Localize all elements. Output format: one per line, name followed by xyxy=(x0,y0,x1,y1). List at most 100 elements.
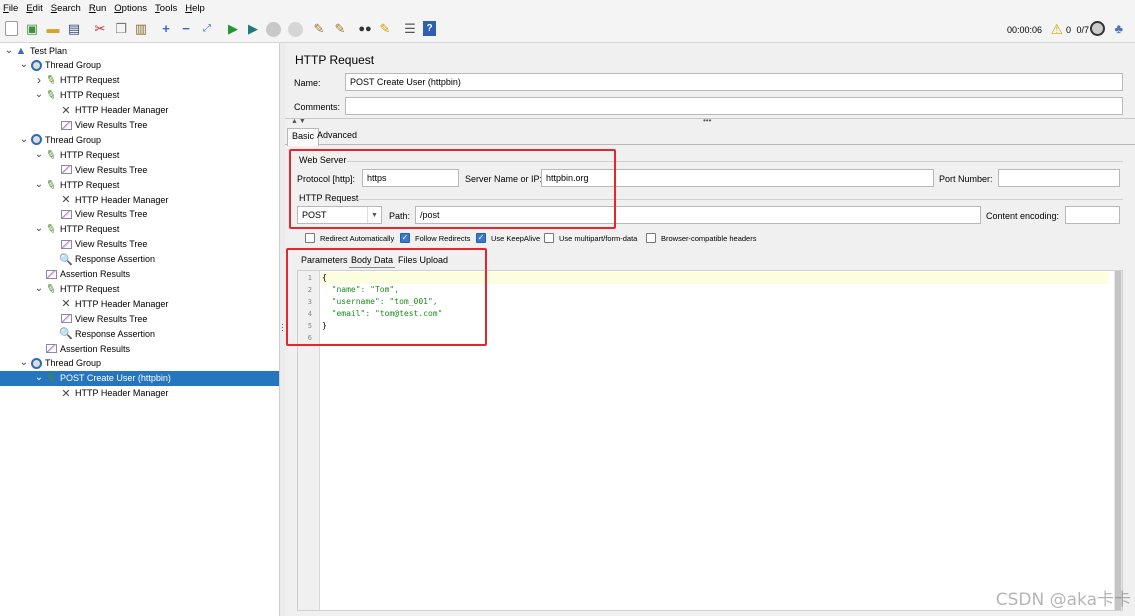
collapse-icon[interactable]: − xyxy=(178,21,194,37)
clear-all-icon[interactable]: ✎ xyxy=(332,21,348,37)
tree-node[interactable]: View Results Tree xyxy=(0,162,279,177)
search-icon[interactable]: ●● xyxy=(357,21,373,37)
content-encoding-field[interactable] xyxy=(1065,206,1120,224)
chevron-down-icon[interactable]: ⌄ xyxy=(4,45,14,55)
open-icon[interactable]: ▬ xyxy=(45,21,61,37)
option-multipart[interactable]: Use multipart/form-data xyxy=(544,232,637,244)
chevron-down-icon[interactable]: ⌄ xyxy=(34,373,44,383)
tree-node[interactable]: ✕ HTTP Header Manager xyxy=(0,296,279,311)
checkbox-browser-compatible[interactable] xyxy=(646,233,656,243)
tab-parameters[interactable]: Parameters xyxy=(301,255,348,265)
save-icon[interactable]: ▤ xyxy=(66,21,82,37)
menu-search[interactable]: Search xyxy=(51,3,81,14)
editor-scrollbar[interactable] xyxy=(1114,271,1122,610)
tree-node[interactable]: ⌄ ✎ HTTP Request xyxy=(0,221,279,238)
chevron-down-icon[interactable]: ⌄ xyxy=(19,358,29,368)
cut-icon[interactable]: ✂ xyxy=(92,21,108,37)
chevron-down-icon[interactable]: ⌄ xyxy=(19,134,29,144)
tree-node[interactable]: ✕ HTTP Header Manager xyxy=(0,192,279,207)
tab-files-upload[interactable]: Files Upload xyxy=(398,255,448,265)
copy-icon[interactable]: ❐ xyxy=(113,21,129,37)
server-name-field[interactable]: httpbin.org xyxy=(541,169,934,187)
tree-node[interactable]: ⌄ ✎ HTTP Request xyxy=(0,280,279,298)
menu-run[interactable]: Run xyxy=(89,3,106,14)
name-field[interactable]: POST Create User (httpbin) xyxy=(345,73,1123,91)
collapse-arrows-icon[interactable]: ▲▼ xyxy=(291,118,307,125)
tree-node[interactable]: ⌄ ✎ HTTP Request xyxy=(0,146,279,163)
comments-field[interactable] xyxy=(345,97,1123,115)
menu-options[interactable]: Options xyxy=(114,3,147,14)
chevron-down-icon[interactable]: ⌄ xyxy=(34,179,44,189)
new-icon[interactable] xyxy=(5,21,18,36)
server-name-label: Server Name or IP: xyxy=(465,174,543,184)
tree-node[interactable]: ⌄ ✎ POST Create User (httpbin) xyxy=(0,370,279,387)
thread-group-icon xyxy=(29,134,43,146)
paste-icon[interactable]: ▥ xyxy=(133,21,149,37)
warning-icon[interactable]: ⚠ xyxy=(1050,21,1063,38)
chevron-down-icon[interactable]: ⌄ xyxy=(34,283,44,293)
body-data-editor[interactable]: 1 2 3 4 5 6 { "name": "Tom", "username":… xyxy=(297,270,1123,611)
tree-node[interactable]: ⌄ ✎ HTTP Request xyxy=(0,86,279,104)
chevron-down-icon[interactable]: ⌄ xyxy=(34,224,44,234)
protocol-field[interactable]: https xyxy=(362,169,459,187)
tab-body-data[interactable]: Body Data xyxy=(351,255,393,265)
splitter-handle-icon[interactable]: · · · xyxy=(281,320,284,335)
comments-resize-bar[interactable]: ▲▼ ••• xyxy=(285,116,1135,127)
function-helper-icon[interactable]: ☰ xyxy=(402,21,418,37)
tree-node[interactable]: › ✎ HTTP Request xyxy=(0,72,279,89)
start-icon[interactable]: ▶ xyxy=(225,21,241,37)
tree-node[interactable]: ✕ HTTP Header Manager xyxy=(0,386,279,401)
checkbox-multipart[interactable] xyxy=(544,233,554,243)
tree-node[interactable]: ⌄ Thread Group xyxy=(0,356,279,371)
tree-node-label: HTTP Request xyxy=(60,75,120,86)
help-icon[interactable]: ? xyxy=(423,21,436,36)
tree-node[interactable]: 🔍 Response Assertion xyxy=(0,326,279,341)
start-no-pauses-icon[interactable]: ▶ xyxy=(245,21,261,37)
option-redirect-automatically[interactable]: Redirect Automatically xyxy=(305,232,394,244)
menu-edit[interactable]: Edit xyxy=(26,3,42,14)
clear-icon[interactable]: ✎ xyxy=(311,21,327,37)
expand-icon[interactable]: + xyxy=(158,21,174,37)
stop-icon[interactable] xyxy=(266,22,281,37)
drag-handle-icon[interactable]: ••• xyxy=(703,116,711,125)
menu-help[interactable]: Help xyxy=(185,3,205,14)
menu-tools[interactable]: Tools xyxy=(155,3,177,14)
sampler-icon: ✎ xyxy=(43,280,59,298)
editor-scroll-thumb[interactable] xyxy=(1115,271,1121,610)
tree-node[interactable]: View Results Tree xyxy=(0,311,279,326)
chevron-right-icon[interactable]: › xyxy=(34,73,44,87)
checkbox-redirect-automatically[interactable] xyxy=(305,233,315,243)
method-select[interactable]: POST ▼ xyxy=(297,206,382,224)
tree-node[interactable]: ⌄ Thread Group xyxy=(0,58,279,73)
chevron-down-icon[interactable]: ⌄ xyxy=(34,149,44,159)
checkbox-follow-redirects[interactable]: ✓ xyxy=(400,233,410,243)
menu-file[interactable]: File xyxy=(3,3,18,14)
chevron-down-icon[interactable]: ⌄ xyxy=(19,60,29,70)
tree-node[interactable]: ⌄ ✎ HTTP Request xyxy=(0,176,279,193)
tab-advanced[interactable]: Advanced xyxy=(313,128,361,145)
toggle-icon[interactable]: ⤢ xyxy=(199,21,215,37)
checkbox-use-keepalive[interactable]: ✓ xyxy=(476,233,486,243)
listener-icon xyxy=(44,343,58,355)
templates-icon[interactable]: ▣ xyxy=(24,21,40,37)
tree-node[interactable]: ⌄ ▲ Test Plan xyxy=(0,43,279,58)
tree-node[interactable]: 🔍 Response Assertion xyxy=(0,252,279,267)
chevron-down-icon[interactable]: ▼ xyxy=(367,207,381,223)
tree-node[interactable]: Assertion Results xyxy=(0,267,279,282)
tree-node[interactable]: View Results Tree xyxy=(0,118,279,133)
test-plan-tree: ⌄ ▲ Test Plan ⌄ Thread Group › ✎ HTTP Request ⌄ ✎… xyxy=(0,43,280,616)
port-field[interactable] xyxy=(998,169,1120,187)
path-field[interactable]: /post xyxy=(415,206,981,224)
tree-node[interactable]: ✕ HTTP Header Manager xyxy=(0,103,279,118)
option-browser-compatible[interactable]: Browser-compatible headers xyxy=(646,232,756,244)
tree-node[interactable]: View Results Tree xyxy=(0,237,279,252)
tree-node[interactable]: ⌄ Thread Group xyxy=(0,132,279,147)
tree-node[interactable]: View Results Tree xyxy=(0,207,279,222)
option-follow-redirects[interactable]: ✓ Follow Redirects xyxy=(400,232,470,244)
shutdown-icon[interactable] xyxy=(288,22,303,37)
tree-node[interactable]: Assertion Results xyxy=(0,341,279,356)
chevron-down-icon[interactable]: ⌄ xyxy=(34,90,44,100)
sampler-icon: ✎ xyxy=(43,86,59,104)
option-use-keepalive[interactable]: ✓ Use KeepAlive xyxy=(476,232,540,244)
reset-search-icon[interactable]: ✎ xyxy=(377,21,393,37)
